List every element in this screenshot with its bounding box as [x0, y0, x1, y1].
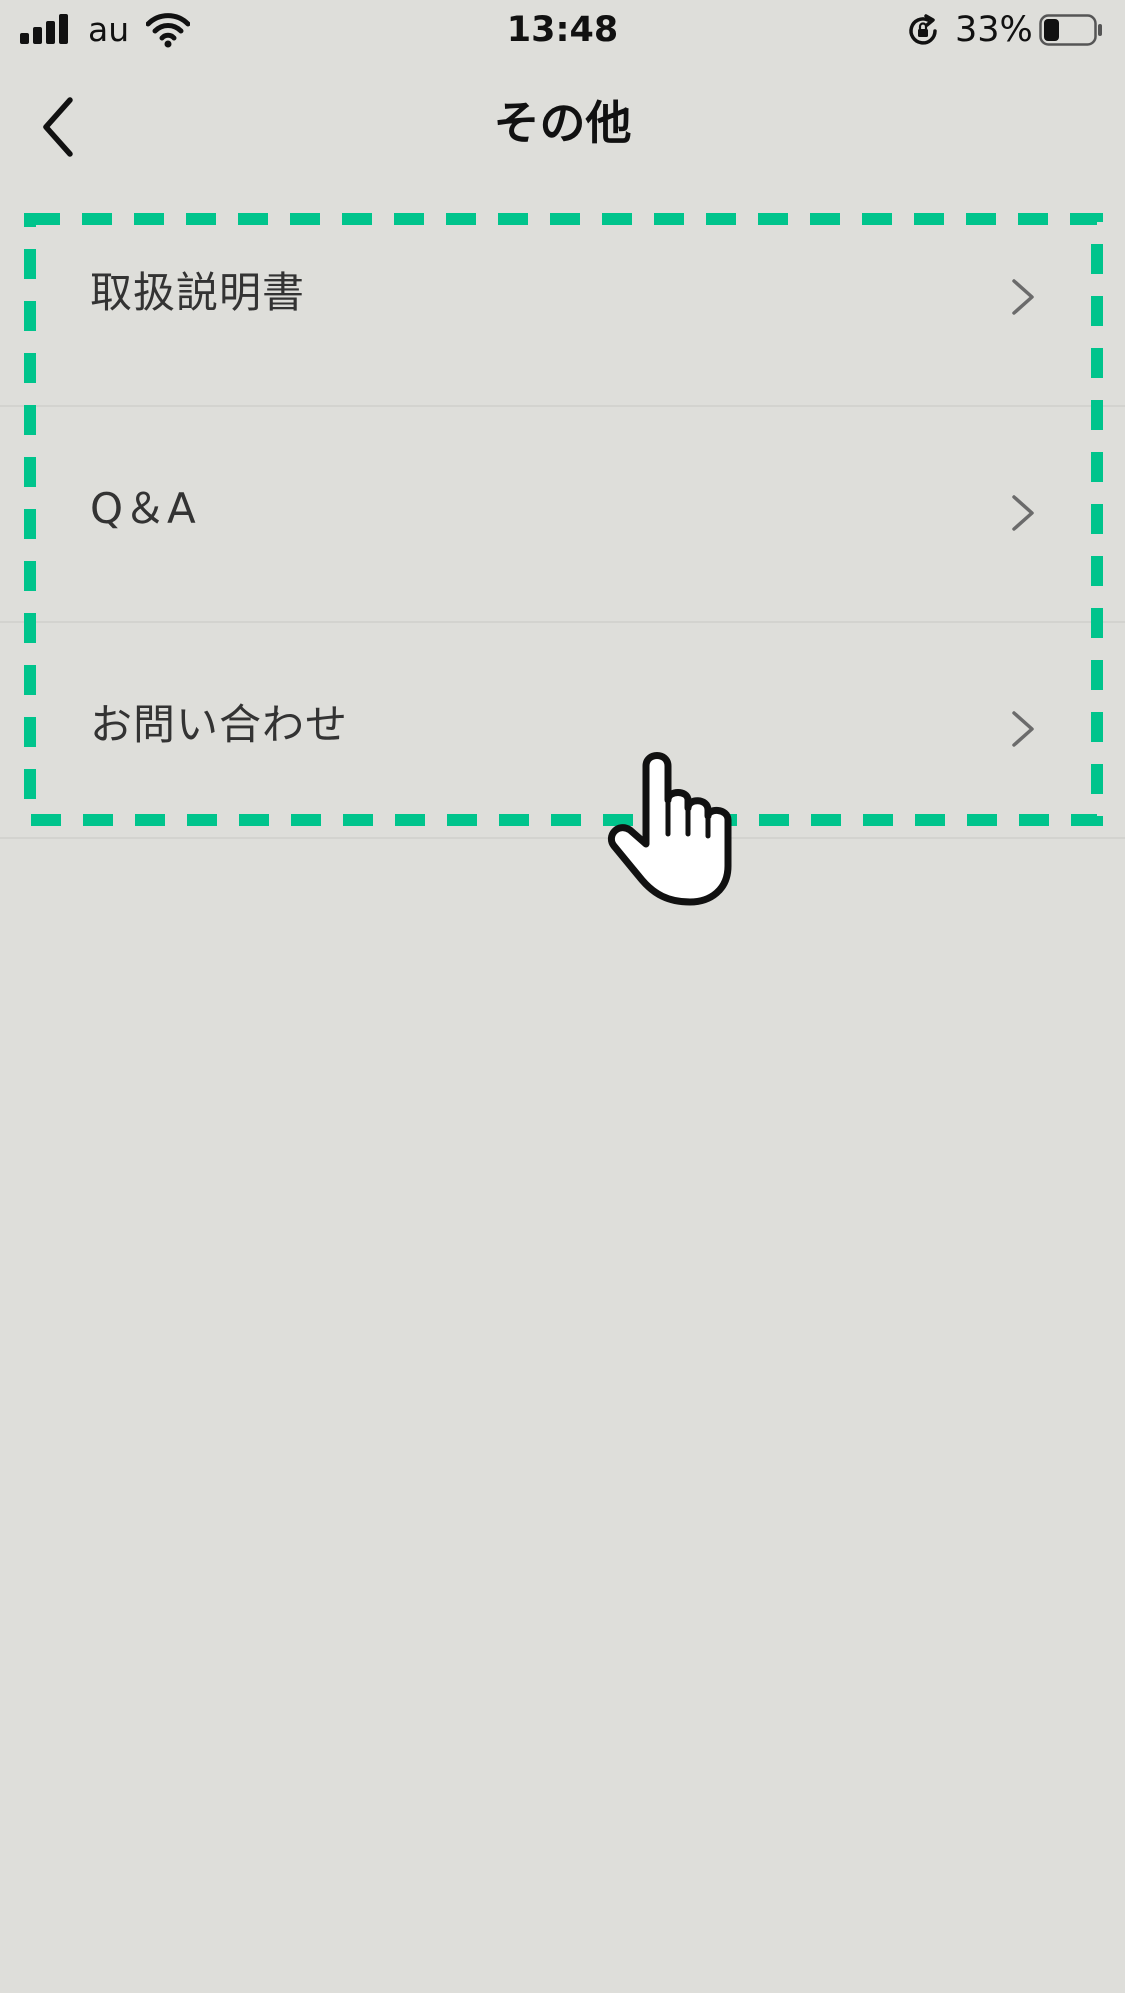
page-title: その他 [493, 96, 632, 150]
rotation-lock-icon [909, 14, 937, 45]
pointing-hand-icon [607, 752, 732, 906]
divider [0, 837, 1125, 839]
navigation-bar: その他 [0, 62, 1125, 182]
back-button[interactable] [26, 92, 96, 162]
status-bar: au 13:48 33% [0, 0, 1125, 62]
carrier-name: au [88, 10, 130, 49]
wifi-icon [146, 13, 190, 48]
battery-icon [1039, 14, 1102, 46]
chevron-left-icon [43, 97, 73, 157]
cellular-signal-icon [20, 14, 72, 44]
battery-percentage: 33% [955, 10, 1033, 50]
highlight-frame [24, 213, 1103, 826]
